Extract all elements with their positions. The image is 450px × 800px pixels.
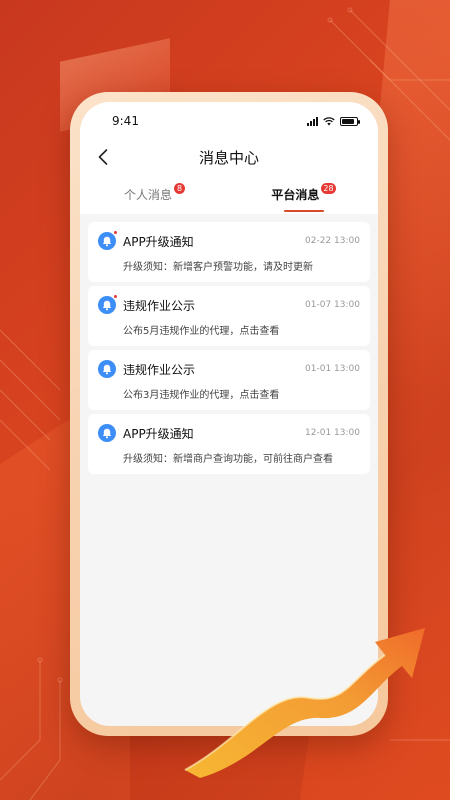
message-card[interactable]: APP升级通知 02-22 13:00 升级须知：新增客户预警功能，请及时更新 [88, 222, 370, 282]
unread-badge: 8 [174, 182, 185, 194]
message-description: 公布3月违规作业的代理，点击查看 [123, 390, 280, 401]
signal-icon [307, 116, 318, 126]
tab-label: 个人消息 [123, 187, 172, 202]
bell-icon [98, 360, 116, 378]
message-description: 升级须知：新增客户预警功能，请及时更新 [123, 262, 313, 273]
tab-personal-messages[interactable]: 个人消息 8 [80, 174, 229, 214]
message-title: APP升级通知 [123, 234, 194, 249]
tab-platform-messages[interactable]: 平台消息 28 [229, 174, 378, 214]
message-card[interactable]: 违规作业公示 01-01 13:00 公布3月违规作业的代理，点击查看 [88, 350, 370, 410]
tab-bar: 个人消息 8 平台消息 28 [80, 174, 378, 214]
message-time: 01-07 13:00 [305, 300, 360, 310]
message-card[interactable]: APP升级通知 12-01 13:00 升级须知：新增商户查询功能，可前往商户查看 [88, 414, 370, 474]
nav-bar: 消息中心 [80, 140, 378, 174]
battery-icon [340, 116, 360, 126]
status-time: 9:41 [112, 114, 139, 128]
status-bar: 9:41 [80, 102, 378, 140]
message-time: 02-22 13:00 [305, 236, 360, 246]
message-description: 升级须知：新增商户查询功能，可前往商户查看 [123, 454, 333, 465]
message-list: APP升级通知 02-22 13:00 升级须知：新增客户预警功能，请及时更新违规作… [80, 214, 378, 486]
tab-label: 平台消息 [271, 187, 320, 202]
message-card[interactable]: 违规作业公示 01-07 13:00 公布5月违规作业的代理，点击查看 [88, 286, 370, 346]
unread-dot [113, 294, 118, 299]
message-time: 12-01 13:00 [305, 428, 360, 438]
message-title: 违规作业公示 [123, 362, 196, 377]
arrow-decoration [184, 628, 425, 778]
message-time: 01-01 13:00 [305, 364, 360, 374]
bell-icon [98, 230, 118, 250]
page-title: 消息中心 [198, 148, 259, 167]
message-title: 违规作业公示 [123, 298, 196, 313]
unread-badge: 28 [321, 182, 336, 194]
chevron-left-icon[interactable] [94, 147, 114, 167]
unread-dot [113, 230, 118, 235]
message-title: APP升级通知 [123, 426, 194, 441]
bell-icon [98, 424, 116, 442]
message-description: 公布5月违规作业的代理，点击查看 [123, 326, 280, 337]
wifi-icon [323, 116, 335, 125]
battery-level [342, 118, 354, 124]
bell-icon [98, 294, 118, 314]
